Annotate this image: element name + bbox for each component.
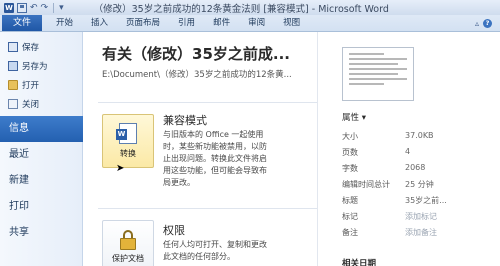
description-line: 局更改。 <box>163 178 195 187</box>
description-line: 此文档的任何部分。 <box>163 252 235 261</box>
ribbon-right-icons: ▵ ? <box>475 15 500 31</box>
document-thumbnail <box>342 47 414 101</box>
add-comments-field[interactable]: 添加备注 <box>405 227 437 238</box>
permissions-description: 任何人均可打开、复制和更改 此文档的任何部分。 <box>163 239 313 263</box>
tab-file[interactable]: 文件 <box>2 15 42 31</box>
convert-button[interactable]: 转换 <box>102 114 154 168</box>
nav-command-label: 保存 <box>22 42 40 53</box>
permissions-title: 权限 <box>163 224 185 237</box>
nav-command-close[interactable]: 关闭 <box>0 94 82 113</box>
word-icon[interactable]: W <box>4 2 14 13</box>
toolbar-separator <box>53 2 55 13</box>
nav-command-save[interactable]: 保存 <box>0 37 82 56</box>
nav-command-label: 关闭 <box>22 99 40 110</box>
info-main: 有关（修改）35岁之前成... E:\Document\（修改）35岁之前成功的… <box>84 32 317 266</box>
properties-dropdown[interactable]: 属性 ▾ <box>342 111 366 123</box>
nav-command-label: 打开 <box>22 80 40 91</box>
document-title: 有关（修改）35岁之前成... <box>102 45 290 63</box>
save-icon[interactable] <box>17 2 27 13</box>
section-divider <box>98 208 317 209</box>
property-row: 字数 2068 <box>342 163 492 174</box>
customize-icon[interactable]: ▾ <box>59 3 64 13</box>
property-row: 页数 4 <box>342 147 492 158</box>
open-folder-icon <box>8 79 18 90</box>
tab-page-layout[interactable]: 页面布局 <box>117 15 169 31</box>
property-value: 37.0KB <box>405 131 434 140</box>
property-row: 编辑时间总计 25 分钟 <box>342 179 492 190</box>
property-row: 标记 添加标记 <box>342 211 492 222</box>
section-divider <box>98 102 317 103</box>
description-line: 用这些功能，但可能会导致布 <box>163 166 267 175</box>
add-tags-field[interactable]: 添加标记 <box>405 211 437 222</box>
lock-icon <box>119 230 137 250</box>
property-key: 标记 <box>342 212 358 221</box>
nav-tab-print[interactable]: 打印 <box>0 194 82 220</box>
tab-review[interactable]: 审阅 <box>239 15 274 31</box>
tab-references[interactable]: 引用 <box>169 15 204 31</box>
backstage-nav: 保存 另存为 打开 关闭 信息 最近 新建 打印 共享 <box>0 32 83 266</box>
property-value: 25 分钟 <box>405 180 434 189</box>
property-key: 字数 <box>342 164 358 173</box>
window-title: （修改）35岁之前成功的12条黄金法则 [兼容模式] - Microsoft W… <box>93 3 389 15</box>
property-row: 标题 35岁之前... <box>342 195 492 206</box>
related-dates-heading: 相关日期 <box>342 259 377 266</box>
property-row: 备注 添加备注 <box>342 227 492 238</box>
description-line: 时，某些新功能被禁用，以防 <box>163 142 267 151</box>
compat-mode-description: 与旧版本的 Office 一起使用 时，某些新功能被禁用，以防 止出现问题。转换… <box>163 129 313 189</box>
description-line: 任何人均可打开、复制和更改 <box>163 240 267 249</box>
tab-home[interactable]: 开始 <box>42 15 82 31</box>
redo-icon[interactable]: ↷ <box>41 3 49 13</box>
save-icon <box>8 41 18 52</box>
tab-mailings[interactable]: 邮件 <box>204 15 239 31</box>
property-row: 大小 37.0KB <box>342 131 492 142</box>
ribbon-minimize-icon[interactable]: ▵ <box>475 19 479 28</box>
properties-panel: 属性 ▾ 大小 37.0KB 页数 4 字数 2068 编辑时间总计 25 分钟… <box>318 32 500 266</box>
description-line: 与旧版本的 Office 一起使用 <box>163 130 264 139</box>
mouse-pointer-icon: ➤ <box>116 163 125 174</box>
nav-command-open[interactable]: 打开 <box>0 75 82 94</box>
document-path: E:\Document\（修改）35岁之前成功的12条黄... <box>102 70 292 80</box>
property-value[interactable]: 35岁之前... <box>405 195 447 206</box>
tab-insert[interactable]: 插入 <box>82 15 117 31</box>
property-key: 备注 <box>342 228 358 237</box>
protect-document-label: 保护文档 <box>112 254 144 263</box>
protect-document-button[interactable]: 保护文档 <box>102 220 154 266</box>
description-line: 止出现问题。转换此文件将启 <box>163 154 267 163</box>
nav-tab-recent[interactable]: 最近 <box>0 142 82 168</box>
nav-command-label: 另存为 <box>22 61 48 72</box>
nav-tab-share[interactable]: 共享 <box>0 220 82 246</box>
property-value: 2068 <box>405 163 426 172</box>
close-document-icon <box>8 98 18 109</box>
title-bar: W ↶ ↷ ▾ （修改）35岁之前成功的12条黄金法则 [兼容模式] - Mic… <box>0 0 500 15</box>
save-as-icon <box>8 60 18 71</box>
nav-command-save-as[interactable]: 另存为 <box>0 56 82 75</box>
ribbon-tab-row: 文件 开始 插入 页面布局 引用 邮件 审阅 视图 ▵ ? <box>0 15 500 32</box>
help-icon[interactable]: ? <box>483 18 492 28</box>
property-value: 4 <box>405 147 411 156</box>
property-key: 大小 <box>342 132 358 141</box>
compat-mode-title: 兼容模式 <box>163 114 207 127</box>
word-document-icon <box>116 123 137 144</box>
convert-button-label: 转换 <box>120 149 136 158</box>
nav-tab-info[interactable]: 信息 <box>0 116 83 142</box>
property-key: 编辑时间总计 <box>342 180 390 189</box>
property-key: 页数 <box>342 148 358 157</box>
undo-icon[interactable]: ↶ <box>30 3 38 13</box>
nav-tab-new[interactable]: 新建 <box>0 168 82 194</box>
quick-access-toolbar: W ↶ ↷ ▾ <box>4 2 64 13</box>
tab-view[interactable]: 视图 <box>274 15 309 31</box>
property-key: 标题 <box>342 196 358 205</box>
